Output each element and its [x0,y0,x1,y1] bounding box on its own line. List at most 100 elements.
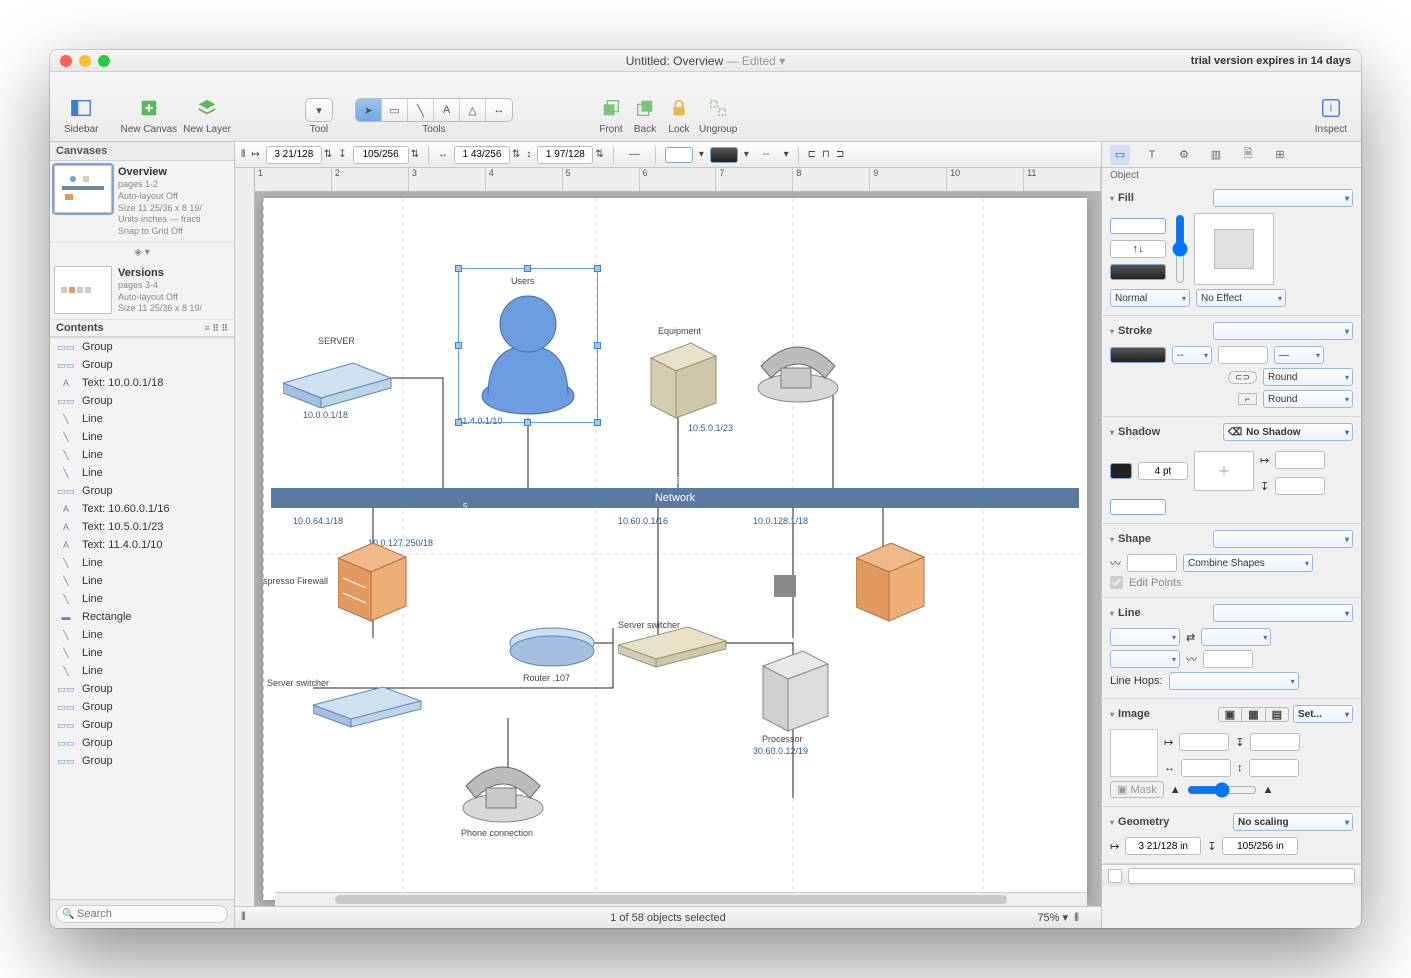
pos-y-input[interactable] [353,146,409,164]
minimize-icon[interactable] [79,55,91,67]
img-xoff-input[interactable] [1179,733,1229,751]
contents-item[interactable]: ▭▭Group [50,392,234,410]
canvas-area[interactable]: 1234567891011 [235,168,1101,906]
shadow-offset-pad[interactable]: + [1194,451,1254,491]
opacity-slider[interactable] [1187,782,1257,798]
stroke-type-select[interactable] [1213,322,1353,340]
point-tool-icon[interactable]: ↔ [486,99,512,121]
inspect-button[interactable]: i Inspect [1315,94,1347,135]
tool-dropdown-icon[interactable]: ▾ [306,99,332,121]
stepper-icon[interactable]: ⇅ [595,149,603,160]
switcher-icon[interactable] [313,683,423,733]
height-input[interactable] [537,146,593,164]
selection-tool-icon[interactable]: ➤ [356,99,382,121]
line-end-select[interactable] [1201,628,1271,646]
line-cap-select[interactable]: Round [1263,368,1353,386]
image-mode-1-icon[interactable]: ▣ [1219,708,1242,721]
layer-controls-icon[interactable]: ◈ ▾ [50,243,234,262]
contents-item[interactable]: ▭▭Group [50,734,234,752]
ungroup-button[interactable]: Ungroup [699,94,737,135]
fill2-swatch[interactable] [1110,264,1166,280]
contents-item[interactable]: AText: 10.0.0.1/18 [50,374,234,392]
document-tab-icon[interactable]: 🗎 [1238,145,1258,165]
canvas-page[interactable]: Network SERVER 10.0.0.1/18 Users 11.4.0.… [263,198,1087,900]
send-back-button[interactable]: Back [631,94,659,135]
firewall-icon[interactable] [856,543,926,628]
firewall-icon[interactable] [338,543,408,628]
stroke-style-select[interactable]: -- [1172,346,1212,364]
phone-icon[interactable] [458,756,553,831]
image-mode-3-icon[interactable]: ▤ [1266,708,1288,721]
image-well[interactable] [1110,729,1158,777]
contents-item[interactable]: AText: 11.4.0.1/10 [50,536,234,554]
width-input[interactable] [454,146,510,164]
contents-item[interactable]: ▭▭Group [50,716,234,734]
contents-item[interactable]: ▭▭Group [50,698,234,716]
lock-button[interactable]: Lock [665,94,693,135]
processor-icon[interactable] [753,646,833,741]
contents-item[interactable]: ╲Line [50,644,234,662]
image-set-select[interactable]: Set... [1293,705,1353,723]
search-input[interactable] [56,905,228,923]
stroke-color-swatch[interactable] [1110,347,1166,363]
canvas-tab-icon[interactable]: ▥ [1206,145,1226,165]
fill-slider[interactable] [1172,214,1188,284]
line-tail-select[interactable] [1110,650,1180,668]
network-bar[interactable]: Network [271,488,1079,508]
fill-effect-select[interactable]: No Effect [1196,289,1286,307]
zoom-icon[interactable] [98,55,110,67]
contents-item[interactable]: AText: 10.5.0.1/23 [50,518,234,536]
vertical-ruler[interactable] [235,168,255,906]
pen-tool-icon[interactable]: △ [460,99,486,121]
gear-icon[interactable]: ⚙︎ [1174,145,1194,165]
phone-icon[interactable] [753,336,848,411]
canvas-thumb[interactable] [54,266,112,314]
contents-item[interactable]: ╲Line [50,464,234,482]
line-join-select[interactable]: Round [1263,390,1353,408]
align-left-icon[interactable]: ⊏ [808,149,816,160]
align-right-icon[interactable]: ⊐ [836,149,844,160]
horizontal-ruler[interactable]: 1234567891011 [255,168,1101,192]
swap-icon[interactable]: ⇄ [1186,631,1195,644]
swap-colors-icon[interactable]: ↑↓ [1110,240,1166,258]
contents-item[interactable]: ╲Line [50,572,234,590]
text-tool-icon[interactable]: A [434,99,460,121]
sidebar-button[interactable]: Sidebar [64,94,98,135]
contents-item[interactable]: ╲Line [50,446,234,464]
shape-param-input[interactable] [1127,554,1177,572]
fill-type-select[interactable] [1213,189,1353,207]
footer-swatch[interactable] [1108,869,1122,883]
contents-item[interactable]: ╲Line [50,590,234,608]
line-hops-select[interactable] [1169,672,1299,690]
origin-icon[interactable]: ⦀ [241,911,246,924]
contents-item[interactable]: ╲Line [50,410,234,428]
chevron-down-icon[interactable]: ▾ [699,149,704,160]
stroke-swatch-icon[interactable] [710,147,738,163]
footer-input[interactable] [1128,868,1355,884]
contents-item[interactable]: ╲Line [50,662,234,680]
canvas-item[interactable]: Overview pages 1-2 Auto-layout Off Size … [50,161,234,243]
line-tool-icon[interactable]: ╲ [408,99,434,121]
contents-item[interactable]: ▭▭Group [50,752,234,770]
object-tab-icon[interactable]: ▭ [1110,145,1130,165]
blend-mode-select[interactable]: Normal [1110,289,1190,307]
tool-selector[interactable]: ▾ Tool [305,98,333,135]
shadow-color-swatch[interactable] [1110,463,1132,479]
pos-x-input[interactable] [266,146,322,164]
text-tab-icon[interactable]: T [1142,145,1162,165]
stepper-icon[interactable]: ⇅ [512,149,520,160]
stepper-icon[interactable]: ⇅ [411,149,419,160]
origin-h-icon[interactable]: ⦀ [241,149,245,160]
contents-item[interactable]: ╲Line [50,554,234,572]
new-canvas-button[interactable]: New Canvas [120,94,177,135]
line-type-select[interactable] [1213,604,1353,622]
align-center-icon[interactable]: ⊓ [822,149,830,160]
new-layer-button[interactable]: New Layer [183,94,231,135]
router-icon[interactable] [507,618,597,678]
contents-item[interactable]: ▭▭Group [50,356,234,374]
contents-item[interactable]: ╲Line [50,428,234,446]
fill-swatch-icon[interactable] [665,147,693,163]
style-dash-icon[interactable]: –– [623,149,646,160]
shadow-mode-select[interactable]: ⌫No Shadow [1223,423,1353,441]
line-curve-input[interactable] [1203,650,1253,668]
